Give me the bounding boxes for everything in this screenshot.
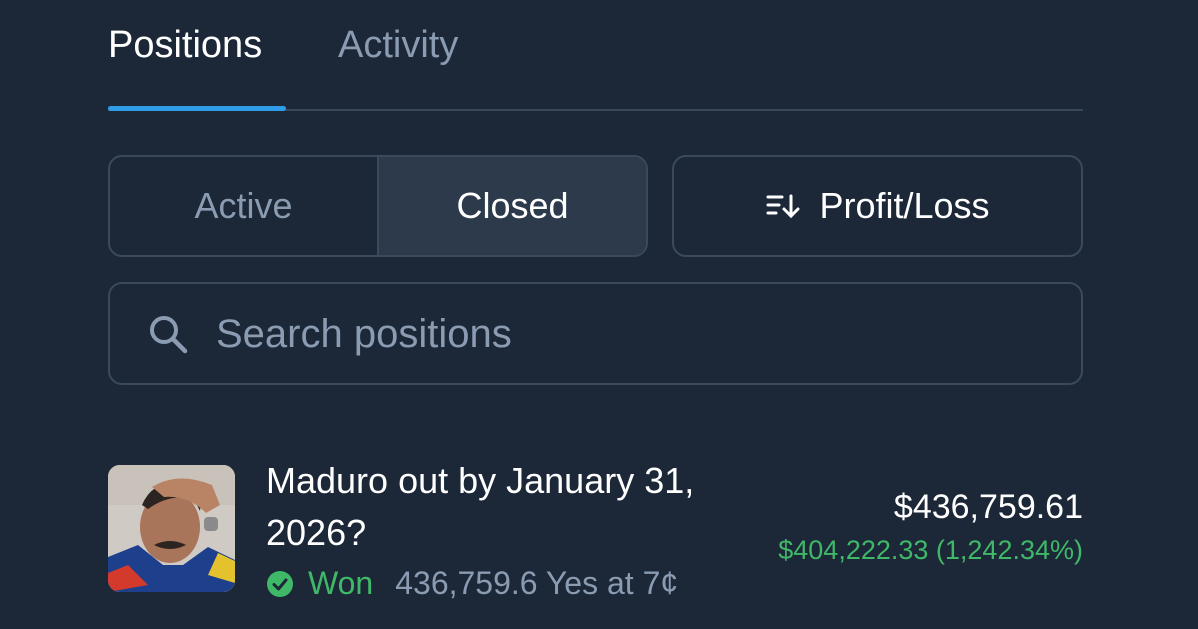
- market-thumbnail: [108, 465, 235, 592]
- filter-closed-button[interactable]: Closed: [377, 157, 646, 255]
- tab-bar: Positions Activity: [108, 0, 1083, 111]
- search-icon: [148, 314, 188, 359]
- tab-activity[interactable]: Activity: [338, 22, 458, 68]
- position-meta: Won 436,759.6 Yes at 7¢: [266, 565, 678, 602]
- search-input[interactable]: [216, 302, 1056, 366]
- position-row[interactable]: Maduro out by January 31, 2026? Won 436,…: [108, 455, 1083, 605]
- sort-descending-icon: [765, 191, 801, 221]
- shares-info: 436,759.6 Yes at 7¢: [395, 565, 679, 601]
- sort-label: Profit/Loss: [819, 185, 990, 226]
- active-tab-indicator: [108, 106, 286, 111]
- position-pnl: $404,222.33 (1,242.34%): [778, 535, 1083, 565]
- search-box: [108, 282, 1083, 385]
- status-badge: Won: [308, 565, 374, 601]
- sort-profit-loss-button[interactable]: Profit/Loss: [672, 155, 1083, 257]
- filter-active-button[interactable]: Active: [110, 157, 377, 255]
- status-filter-toggle: Active Closed: [108, 155, 648, 257]
- check-circle-icon: [266, 570, 294, 598]
- market-title[interactable]: Maduro out by January 31, 2026?: [266, 455, 726, 559]
- tab-positions[interactable]: Positions: [108, 22, 262, 68]
- position-value: $436,759.61: [893, 488, 1083, 526]
